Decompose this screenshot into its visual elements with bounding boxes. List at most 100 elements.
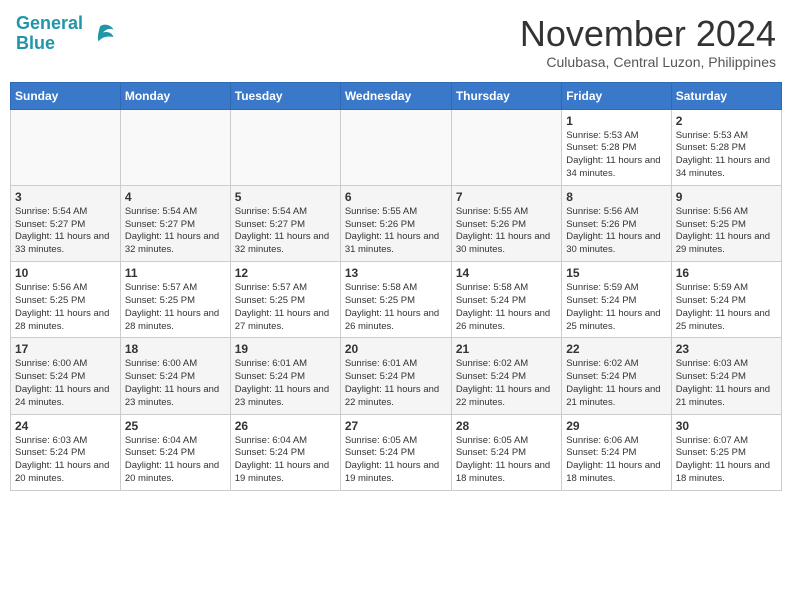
day-number: 18 xyxy=(125,342,226,356)
day-info: Sunrise: 5:54 AM Sunset: 5:27 PM Dayligh… xyxy=(15,206,116,257)
day-info: Sunrise: 6:00 AM Sunset: 5:24 PM Dayligh… xyxy=(125,358,226,409)
day-info: Sunrise: 6:01 AM Sunset: 5:24 PM Dayligh… xyxy=(235,358,336,409)
day-number: 29 xyxy=(566,419,666,433)
day-number: 21 xyxy=(456,342,557,356)
day-number: 5 xyxy=(235,190,336,204)
location-text: Culubasa, Central Luzon, Philippines xyxy=(520,54,776,70)
calendar-cell xyxy=(451,109,561,185)
day-info: Sunrise: 6:04 AM Sunset: 5:24 PM Dayligh… xyxy=(235,435,336,486)
day-info: Sunrise: 5:56 AM Sunset: 5:25 PM Dayligh… xyxy=(676,206,777,257)
title-block: November 2024 Culubasa, Central Luzon, P… xyxy=(520,14,776,70)
day-info: Sunrise: 6:03 AM Sunset: 5:24 PM Dayligh… xyxy=(676,358,777,409)
calendar-cell: 16 Sunrise: 5:59 AM Sunset: 5:24 PM Dayli… xyxy=(671,262,781,338)
day-number: 19 xyxy=(235,342,336,356)
day-number: 4 xyxy=(125,190,226,204)
calendar-cell: 15 Sunrise: 5:59 AM Sunset: 5:24 PM Dayli… xyxy=(562,262,671,338)
calendar-week-5: 24 Sunrise: 6:03 AM Sunset: 5:24 PM Dayli… xyxy=(11,414,782,490)
calendar-cell: 5 Sunrise: 5:54 AM Sunset: 5:27 PM Daylig… xyxy=(230,185,340,261)
day-number: 12 xyxy=(235,266,336,280)
col-header-wednesday: Wednesday xyxy=(340,82,451,109)
calendar-cell: 22Sunrise: 6:02 AM Sunset: 5:24 PM Dayli… xyxy=(562,338,671,414)
calendar-cell: 20 Sunrise: 6:01 AM Sunset: 5:24 PM Dayli… xyxy=(340,338,451,414)
calendar-header-row: SundayMondayTuesdayWednesdayThursdayFrid… xyxy=(11,82,782,109)
day-info: Sunrise: 5:54 AM Sunset: 5:27 PM Dayligh… xyxy=(125,206,226,257)
day-info: Sunrise: 5:56 AM Sunset: 5:26 PM Dayligh… xyxy=(566,206,666,257)
calendar-cell: 1Sunrise: 5:53 AM Sunset: 5:28 PM Daylig… xyxy=(562,109,671,185)
day-info: Sunrise: 6:02 AM Sunset: 5:24 PM Dayligh… xyxy=(456,358,557,409)
day-info: Sunrise: 5:59 AM Sunset: 5:24 PM Dayligh… xyxy=(676,282,777,333)
calendar-week-4: 17 Sunrise: 6:00 AM Sunset: 5:24 PM Dayli… xyxy=(11,338,782,414)
calendar-cell: 12 Sunrise: 5:57 AM Sunset: 5:25 PM Dayli… xyxy=(230,262,340,338)
day-info: Sunrise: 5:57 AM Sunset: 5:25 PM Dayligh… xyxy=(125,282,226,333)
month-title: November 2024 xyxy=(520,14,776,54)
calendar-cell: 17 Sunrise: 6:00 AM Sunset: 5:24 PM Dayli… xyxy=(11,338,121,414)
day-number: 20 xyxy=(345,342,447,356)
day-info: Sunrise: 6:07 AM Sunset: 5:25 PM Dayligh… xyxy=(676,435,777,486)
page-header: General Blue November 2024 Culubasa, Cen… xyxy=(10,10,782,74)
calendar-week-3: 10 Sunrise: 5:56 AM Sunset: 5:25 PM Dayli… xyxy=(11,262,782,338)
calendar-cell: 21 Sunrise: 6:02 AM Sunset: 5:24 PM Dayli… xyxy=(451,338,561,414)
day-number: 24 xyxy=(15,419,116,433)
day-number: 16 xyxy=(676,266,777,280)
calendar-cell: 8 Sunrise: 5:56 AM Sunset: 5:26 PM Daylig… xyxy=(562,185,671,261)
calendar-cell: 25Sunrise: 6:04 AM Sunset: 5:24 PM Dayli… xyxy=(120,414,230,490)
day-info: Sunrise: 6:04 AM Sunset: 5:24 PM Dayligh… xyxy=(125,435,226,486)
calendar-cell xyxy=(120,109,230,185)
day-number: 30 xyxy=(676,419,777,433)
logo-text: General xyxy=(16,13,83,33)
calendar-cell: 7 Sunrise: 5:55 AM Sunset: 5:26 PM Daylig… xyxy=(451,185,561,261)
day-info: Sunrise: 6:00 AM Sunset: 5:24 PM Dayligh… xyxy=(15,358,116,409)
col-header-thursday: Thursday xyxy=(451,82,561,109)
calendar-cell: 9 Sunrise: 5:56 AM Sunset: 5:25 PM Daylig… xyxy=(671,185,781,261)
day-info: Sunrise: 5:55 AM Sunset: 5:26 PM Dayligh… xyxy=(456,206,557,257)
calendar-cell: 3 Sunrise: 5:54 AM Sunset: 5:27 PM Daylig… xyxy=(11,185,121,261)
day-info: Sunrise: 6:06 AM Sunset: 5:24 PM Dayligh… xyxy=(566,435,666,486)
calendar-cell: 13 Sunrise: 5:58 AM Sunset: 5:25 PM Dayli… xyxy=(340,262,451,338)
calendar-cell xyxy=(11,109,121,185)
calendar-cell: 29 Sunrise: 6:06 AM Sunset: 5:24 PM Dayli… xyxy=(562,414,671,490)
day-number: 10 xyxy=(15,266,116,280)
day-number: 2 xyxy=(676,114,777,128)
day-number: 17 xyxy=(15,342,116,356)
day-info: Sunrise: 6:05 AM Sunset: 5:24 PM Dayligh… xyxy=(456,435,557,486)
day-info: Sunrise: 6:03 AM Sunset: 5:24 PM Dayligh… xyxy=(15,435,116,486)
calendar-week-2: 3 Sunrise: 5:54 AM Sunset: 5:27 PM Daylig… xyxy=(11,185,782,261)
day-info: Sunrise: 5:56 AM Sunset: 5:25 PM Dayligh… xyxy=(15,282,116,333)
logo-general: General xyxy=(16,13,83,33)
day-info: Sunrise: 6:01 AM Sunset: 5:24 PM Dayligh… xyxy=(345,358,447,409)
day-number: 26 xyxy=(235,419,336,433)
day-info: Sunrise: 5:59 AM Sunset: 5:24 PM Dayligh… xyxy=(566,282,666,333)
logo-bird-icon xyxy=(85,19,115,49)
day-number: 15 xyxy=(566,266,666,280)
calendar-cell: 26 Sunrise: 6:04 AM Sunset: 5:24 PM Dayli… xyxy=(230,414,340,490)
calendar-cell: 4 Sunrise: 5:54 AM Sunset: 5:27 PM Daylig… xyxy=(120,185,230,261)
calendar-cell: 11Sunrise: 5:57 AM Sunset: 5:25 PM Dayli… xyxy=(120,262,230,338)
calendar-cell: 2Sunrise: 5:53 AM Sunset: 5:28 PM Daylig… xyxy=(671,109,781,185)
day-number: 22 xyxy=(566,342,666,356)
calendar-cell: 10 Sunrise: 5:56 AM Sunset: 5:25 PM Dayli… xyxy=(11,262,121,338)
calendar-cell: 23Sunrise: 6:03 AM Sunset: 5:24 PM Dayli… xyxy=(671,338,781,414)
col-header-tuesday: Tuesday xyxy=(230,82,340,109)
calendar-cell xyxy=(230,109,340,185)
day-info: Sunrise: 6:05 AM Sunset: 5:24 PM Dayligh… xyxy=(345,435,447,486)
col-header-monday: Monday xyxy=(120,82,230,109)
day-number: 13 xyxy=(345,266,447,280)
calendar-cell: 6Sunrise: 5:55 AM Sunset: 5:26 PM Daylig… xyxy=(340,185,451,261)
calendar-table: SundayMondayTuesdayWednesdayThursdayFrid… xyxy=(10,82,782,491)
logo-blue: Blue xyxy=(16,33,55,53)
day-number: 3 xyxy=(15,190,116,204)
day-info: Sunrise: 5:57 AM Sunset: 5:25 PM Dayligh… xyxy=(235,282,336,333)
day-number: 8 xyxy=(566,190,666,204)
day-info: Sunrise: 5:58 AM Sunset: 5:25 PM Dayligh… xyxy=(345,282,447,333)
day-info: Sunrise: 5:54 AM Sunset: 5:27 PM Dayligh… xyxy=(235,206,336,257)
day-number: 1 xyxy=(566,114,666,128)
day-number: 6 xyxy=(345,190,447,204)
calendar-cell: 27Sunrise: 6:05 AM Sunset: 5:24 PM Dayli… xyxy=(340,414,451,490)
col-header-friday: Friday xyxy=(562,82,671,109)
calendar-cell: 30 Sunrise: 6:07 AM Sunset: 5:25 PM Dayli… xyxy=(671,414,781,490)
calendar-cell: 14Sunrise: 5:58 AM Sunset: 5:24 PM Dayli… xyxy=(451,262,561,338)
day-number: 7 xyxy=(456,190,557,204)
day-number: 9 xyxy=(676,190,777,204)
day-number: 14 xyxy=(456,266,557,280)
calendar-cell: 18 Sunrise: 6:00 AM Sunset: 5:24 PM Dayli… xyxy=(120,338,230,414)
